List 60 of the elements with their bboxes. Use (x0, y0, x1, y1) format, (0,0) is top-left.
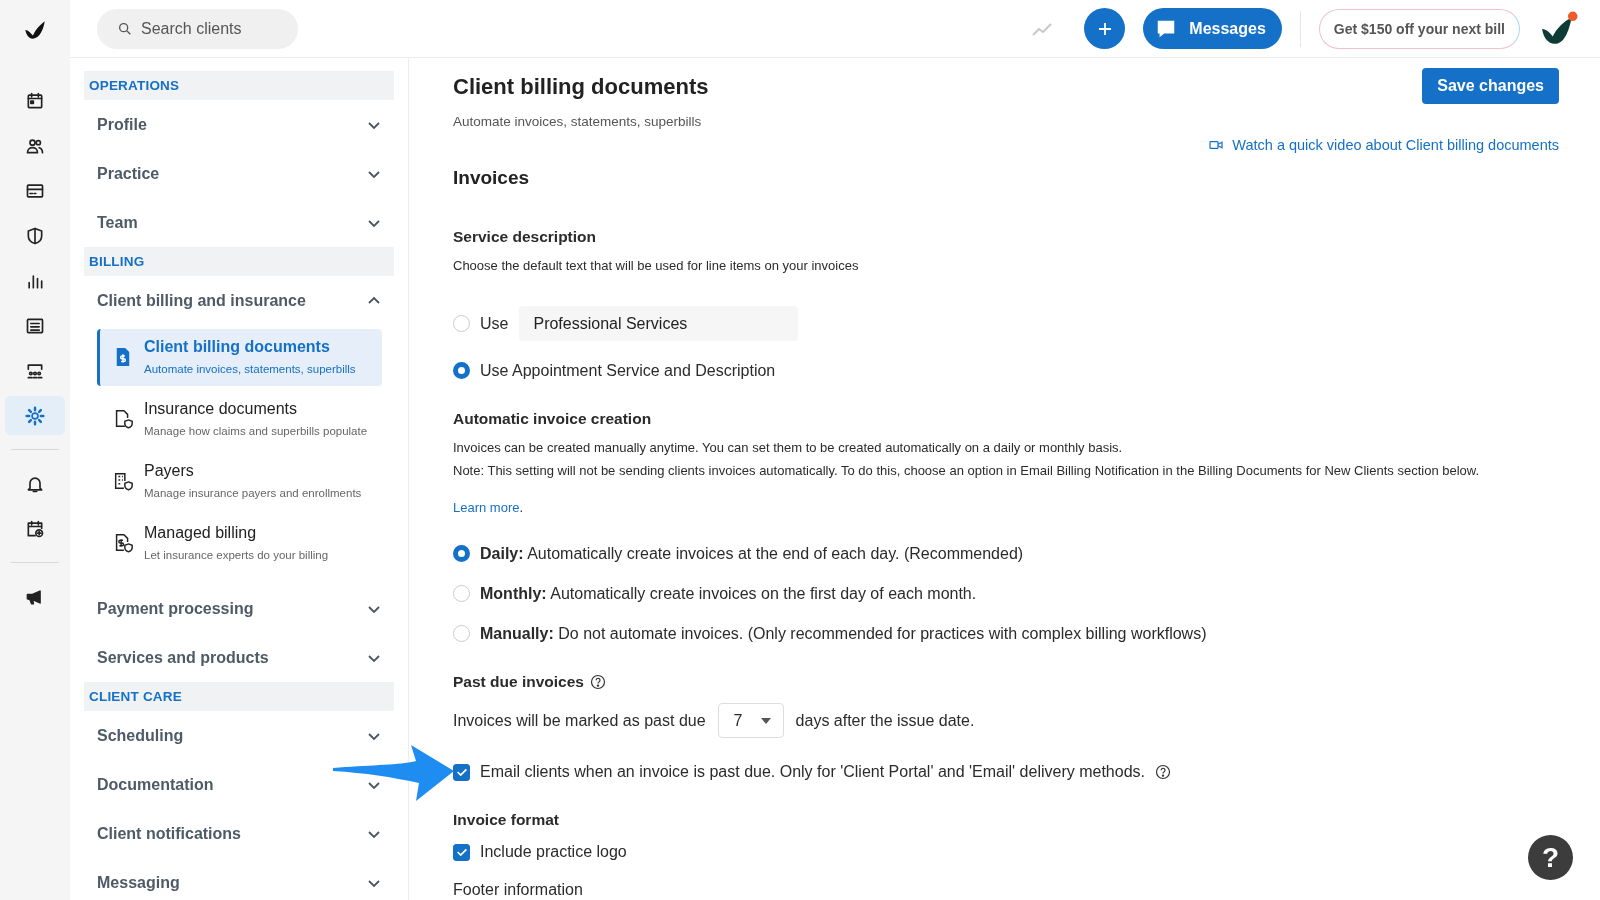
help-icon[interactable] (589, 674, 606, 690)
nav-sub-item[interactable]: Client billing documents Automate invoices, statements, superbills (97, 329, 382, 386)
calendar-icon (25, 90, 45, 111)
nav-sub-item[interactable]: Payers Manage insurance payers and enrollments (97, 453, 382, 510)
settings-icon (25, 405, 45, 426)
section-header: BILLING (84, 247, 394, 276)
text-field[interactable]: Professional Services (519, 306, 799, 341)
building-shield-icon (112, 470, 134, 492)
nav-sub-item[interactable]: Managed billing Let insurance experts do your billing (97, 515, 382, 572)
search-field[interactable]: Search clients (97, 8, 298, 49)
setting-description: Invoices can be created manually anytime. You can set them to be created automatically on a daily or monthly basis. (453, 439, 1124, 457)
setting-note: Note: This setting will not be sending clients invoices automatically. To do this, choose an option in Email Billing Notification in the Billing Documents for New Clients section below. (453, 462, 1481, 480)
radio-button[interactable] (453, 362, 470, 379)
checkbox[interactable] (453, 843, 470, 861)
nav-group-item[interactable]: Practice (84, 149, 394, 198)
setting-subheading: Footer information (453, 881, 584, 899)
shield-icon (25, 225, 45, 246)
section-title: Invoices (453, 167, 531, 189)
radio-button[interactable] (453, 545, 470, 562)
section-header: OPERATIONS (84, 71, 394, 100)
past-due-text: Invoices will be marked as past due (453, 711, 706, 730)
nav-group-item[interactable]: Client billing and insurance (84, 276, 394, 325)
nav-sub-item[interactable]: Insurance documents Manage how claims and superbills populate (97, 391, 382, 448)
promo-button[interactable]: Get $150 off your next bill (1318, 8, 1520, 49)
setting-heading: Service description (453, 228, 597, 246)
video-link[interactable]: Watch a quick video about Client billing documents (1208, 137, 1559, 153)
learn-more-text: Learn more. (453, 499, 525, 517)
setting-heading: Invoice format (453, 811, 560, 829)
caret-icon (760, 717, 771, 724)
nav-group-item[interactable]: Messaging (84, 858, 394, 900)
checkbox-label: Include practice logo (480, 843, 627, 861)
help-icon[interactable] (1154, 764, 1171, 780)
setting-heading: Automatic invoice creation (453, 410, 653, 428)
add-button[interactable] (1084, 8, 1126, 49)
radio-label: Manually: Do not automate invoices. (Only recommended for practices with complex billing workflows) (480, 624, 1207, 643)
checkbox[interactable] (453, 763, 470, 781)
nav-group-item[interactable]: Services and products (84, 633, 394, 682)
section-header: CLIENT CARE (84, 682, 394, 711)
rail-settings-button[interactable] (5, 396, 65, 435)
radio-label: Monthly: Automatically create invoices on the first day of each month. (480, 584, 977, 603)
nav-group-item[interactable]: Payment processing (84, 584, 394, 633)
radio-label: Daily: Automatically create invoices at the end of each day. (Recommended) (480, 544, 1024, 563)
nav-group-item[interactable]: Team (84, 198, 394, 247)
setting-description: Choose the default text that will be used for line items on your invoices (453, 257, 860, 275)
nav-group-item[interactable]: Scheduling (84, 711, 394, 760)
help-button[interactable]: ? (1528, 835, 1573, 880)
radio-label: Use (480, 314, 509, 333)
radio-label: Use Appointment Service and Description (480, 361, 776, 380)
save-changes-button[interactable]: Save changes (1422, 68, 1559, 104)
messages-button[interactable]: Messages (1143, 8, 1282, 49)
page-subtitle: Automate invoices, statements, superbills (453, 114, 703, 129)
calendar-plus-icon (25, 518, 45, 539)
setting-heading: Past due invoices (453, 673, 584, 691)
nav-group-item[interactable]: Documentation (84, 760, 394, 809)
nav-group-item[interactable]: Client notifications (84, 809, 394, 858)
page-title: Client billing documents (453, 74, 709, 100)
past-due-text: days after the issue date. (795, 711, 975, 730)
nav-group-item[interactable]: Profile (84, 100, 394, 149)
checkbox-label: Email clients when an invoice is past due. Only for 'Client Portal' and 'Email' delivery methods. (480, 763, 1145, 781)
days-dropdown[interactable]: 7 (717, 703, 784, 738)
